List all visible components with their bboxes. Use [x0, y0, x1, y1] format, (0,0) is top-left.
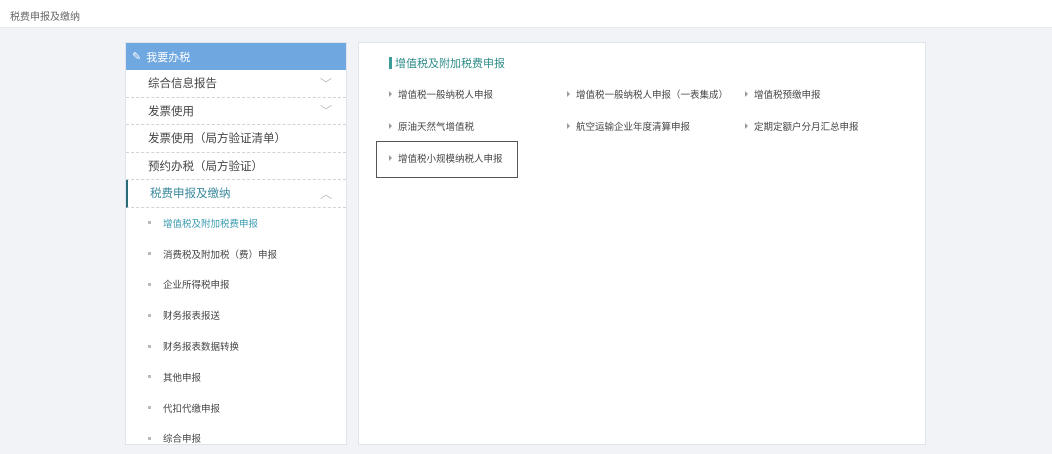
submenu-label: 消费税及附加税（费）申报	[163, 249, 278, 261]
submenu-item[interactable]: 财务报表报送	[126, 300, 346, 331]
section-title-text: 增值税及附加税费申报	[395, 57, 505, 70]
chevron-down-icon: ﹀	[319, 104, 332, 119]
menu-item[interactable]: 发票使用 ﹀	[126, 98, 346, 125]
link-item[interactable]: 增值税一般纳税人申报（一表集成）	[567, 87, 728, 101]
submenu-item[interactable]: 消费税及附加税（费）申报	[126, 238, 346, 269]
menu-label: 综合信息报告	[148, 76, 217, 91]
edit-icon: ✎	[132, 50, 142, 63]
title-marker	[389, 57, 392, 69]
menu-item[interactable]: 综合信息报告 ﹀	[126, 70, 346, 98]
sidebar-header-label: 我要办税	[146, 50, 191, 64]
link-label: 增值税小规模纳税人申报	[398, 154, 503, 165]
menu-label: 预约办税（局方验证）	[148, 158, 263, 173]
bullet-icon	[148, 406, 151, 410]
submenu-item[interactable]: 企业所得税申报	[126, 269, 346, 300]
bullet-icon	[148, 375, 151, 379]
caret-right-icon	[389, 155, 392, 161]
chevron-up-icon: ︿	[319, 186, 332, 201]
link-label: 航空运输企业年度清算申报	[576, 122, 691, 133]
submenu-label: 其他申报	[163, 372, 202, 384]
submenu-item[interactable]: 增值税及附加税费申报	[126, 208, 346, 239]
submenu-label: 综合申报	[163, 434, 202, 446]
menu-label: 发票使用（局方验证清单）	[148, 131, 286, 146]
submenu-label: 财务报表报送	[163, 311, 221, 323]
link-item-highlighted[interactable]: 增值税小规模纳税人申报	[389, 151, 503, 165]
link-item[interactable]: 原油天然气增值税	[389, 119, 474, 133]
submenu-item[interactable]: 财务报表数据转换	[126, 331, 346, 362]
caret-right-icon	[567, 91, 570, 97]
link-label: 原油天然气增值税	[398, 122, 475, 133]
submenu-label: 增值税及附加税费申报	[163, 218, 259, 230]
caret-right-icon	[745, 91, 748, 97]
caret-right-icon	[745, 123, 748, 129]
link-item[interactable]: 增值税一般纳税人申报	[389, 87, 493, 101]
bullet-icon	[148, 282, 151, 286]
submenu-item[interactable]: 其他申报	[126, 361, 346, 392]
main-panel: 增值税及附加税费申报 增值税一般纳税人申报 增值税一般纳税人申报（一表集成） 增…	[358, 42, 926, 445]
link-label: 增值税一般纳税人申报	[398, 90, 494, 101]
bullet-icon	[148, 436, 151, 440]
link-label: 增值税一般纳税人申报（一表集成）	[576, 90, 729, 101]
bullet-icon	[148, 252, 151, 256]
submenu-item[interactable]: 代扣代缴申报	[126, 392, 346, 423]
menu-item-active[interactable]: 税费申报及缴纳 ︿	[126, 180, 346, 208]
link-label: 定期定额户分月汇总申报	[754, 122, 859, 133]
sidebar: ✎ 我要办税 综合信息报告 ﹀ 发票使用 ﹀ 发票使用（局方验证清单） 预约办税（局…	[125, 42, 347, 445]
link-item[interactable]: 定期定额户分月汇总申报	[745, 119, 859, 133]
submenu-label: 财务报表数据转换	[163, 342, 240, 354]
link-label: 增值税预缴申报	[754, 90, 821, 101]
menu-item[interactable]: 发票使用（局方验证清单）	[126, 125, 346, 153]
link-item[interactable]: 航空运输企业年度清算申报	[567, 119, 690, 133]
bullet-icon	[148, 344, 151, 348]
top-bar: 税费申报及缴纳	[0, 0, 1052, 28]
menu-label: 发票使用	[148, 103, 194, 118]
bullet-icon	[148, 221, 151, 225]
menu-label: 税费申报及缴纳	[150, 186, 231, 201]
link-item[interactable]: 增值税预缴申报	[745, 87, 821, 101]
submenu-label: 企业所得税申报	[163, 280, 230, 292]
caret-right-icon	[389, 91, 392, 97]
caret-right-icon	[389, 123, 392, 129]
chevron-down-icon: ﹀	[319, 76, 332, 91]
caret-right-icon	[567, 123, 570, 129]
breadcrumb[interactable]: 税费申报及缴纳	[10, 8, 80, 23]
bullet-icon	[148, 313, 151, 317]
menu-item[interactable]: 预约办税（局方验证）	[126, 153, 346, 180]
submenu-label: 代扣代缴申报	[163, 403, 221, 415]
submenu-item[interactable]: 综合申报	[126, 423, 346, 454]
sidebar-header: ✎ 我要办税	[126, 43, 346, 70]
section-title: 增值税及附加税费申报	[389, 55, 505, 71]
